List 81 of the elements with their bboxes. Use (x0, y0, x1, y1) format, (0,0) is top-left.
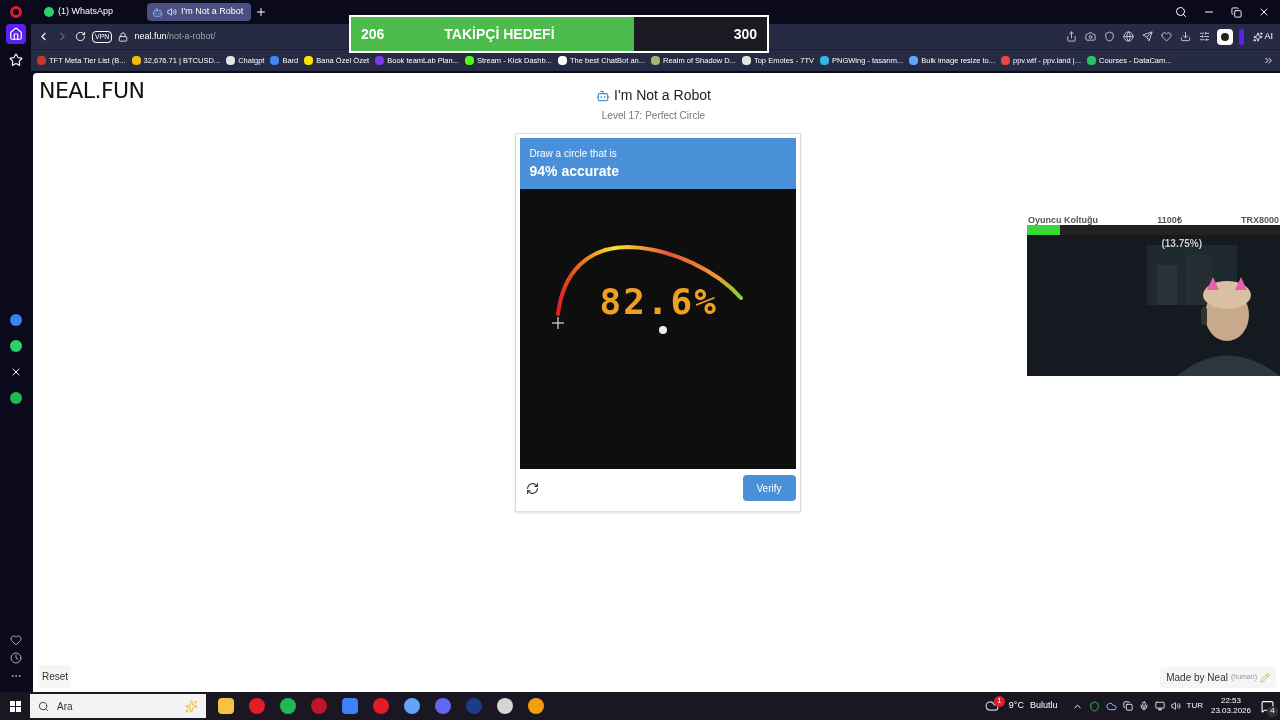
language-indicator[interactable]: TUR (1186, 700, 1203, 712)
weather-icon (984, 699, 999, 713)
taskbar-app-icon[interactable] (497, 698, 513, 714)
notification-count: 4 (1267, 705, 1278, 717)
favicon-icon (1001, 56, 1011, 65)
security-icon[interactable] (1088, 700, 1100, 712)
favicon-icon (651, 56, 660, 65)
captcha-prompt: Draw a circle that is (529, 146, 618, 161)
lock-icon (118, 31, 129, 42)
goal-item-label: Oyuncu Koltuğu (1028, 215, 1098, 225)
goal-amount: 1100₺ (1157, 215, 1182, 225)
page-title: I'm Not a Robot (614, 86, 711, 105)
search-icon (38, 700, 49, 712)
history-icon[interactable] (9, 652, 22, 664)
close-icon[interactable] (1258, 6, 1270, 18)
share-icon[interactable] (1066, 31, 1078, 42)
follower-goal-title: TAKİPÇİ HEDEFİ (444, 24, 555, 44)
device-icon[interactable] (1122, 701, 1133, 711)
follower-target: 300 (733, 24, 757, 44)
center-dot (658, 326, 667, 334)
favicon-icon (304, 56, 314, 65)
goal-code: TRX8000 (1240, 215, 1279, 225)
volume-icon[interactable] (1170, 701, 1181, 711)
speaker-icon (167, 7, 177, 17)
ai-button[interactable]: AI (1250, 29, 1276, 44)
favicon-icon (909, 56, 919, 65)
goal-percent: (13.75%) (1161, 237, 1202, 251)
weather-condition: Bulutlu (1029, 699, 1058, 713)
drawing-canvas[interactable]: 82.6% (519, 189, 796, 469)
heart-icon[interactable] (9, 634, 22, 646)
heart-icon[interactable] (1161, 31, 1173, 42)
sliders-icon[interactable] (1199, 31, 1211, 42)
follower-count: 206 (361, 24, 385, 44)
level-subtitle: Level 17: Perfect Circle (601, 109, 706, 123)
sparkle-icon (185, 699, 198, 713)
camera-icon[interactable] (1085, 31, 1097, 42)
favicon-icon (270, 56, 280, 65)
site-logo[interactable]: NEAL.FUN (39, 79, 159, 103)
favicon-icon (131, 56, 141, 65)
reload-icon[interactable] (75, 31, 86, 42)
credit-text[interactable]: Made by Neal (1166, 670, 1228, 685)
download-icon[interactable] (1180, 31, 1192, 42)
favicon-icon (37, 56, 46, 65)
sparkle-icon (1253, 31, 1264, 42)
favicon-icon (464, 56, 474, 65)
network-icon[interactable] (1154, 701, 1165, 711)
search-icon[interactable] (1175, 6, 1187, 18)
home-icon[interactable] (5, 24, 26, 44)
shield-icon[interactable] (1104, 31, 1116, 42)
address-field[interactable]: neal.fun/not-a-robot/ (134, 29, 216, 44)
captcha-target: 94% accurate (529, 161, 620, 181)
favicon-icon (820, 56, 829, 65)
favicon-icon (226, 56, 236, 65)
globe-icon[interactable] (1123, 31, 1135, 42)
taskbar-app-icon[interactable] (404, 698, 420, 714)
new-tab-icon[interactable] (255, 6, 267, 18)
microphone-icon[interactable] (1138, 701, 1149, 711)
more-bookmarks-icon[interactable] (1263, 55, 1274, 66)
taskbar-app-icon[interactable] (528, 698, 544, 714)
clock[interactable]: 22:53 23.03.2026 (1210, 696, 1251, 716)
favicon-icon (375, 56, 385, 65)
taskbar-search-field[interactable]: Ara (30, 694, 206, 718)
reset-button[interactable]: Reset (39, 665, 72, 688)
accuracy-score: 82.6% (599, 287, 718, 317)
taskbar-app-icon[interactable] (218, 698, 234, 714)
restore-icon[interactable] (1231, 6, 1242, 18)
refresh-icon[interactable] (525, 481, 539, 495)
favicon-icon (1087, 56, 1096, 65)
browser-tab[interactable]: (1) WhatsApp (39, 3, 143, 21)
favicon-icon (557, 56, 567, 65)
crosshair-icon (550, 316, 565, 330)
send-icon[interactable] (1142, 31, 1154, 42)
taskbar-app-icon[interactable] (280, 698, 296, 714)
browser-tab[interactable]: I'm Not a Robot (147, 3, 251, 21)
robot-icon (596, 88, 611, 103)
weather-temperature: 9°C (1008, 699, 1024, 713)
sidebar-toggle-icon[interactable] (1239, 28, 1245, 45)
pencil-icon (1260, 672, 1270, 683)
favicon-icon (741, 56, 751, 65)
weather-badge: 1 (993, 695, 1005, 707)
robot-icon (152, 6, 163, 18)
